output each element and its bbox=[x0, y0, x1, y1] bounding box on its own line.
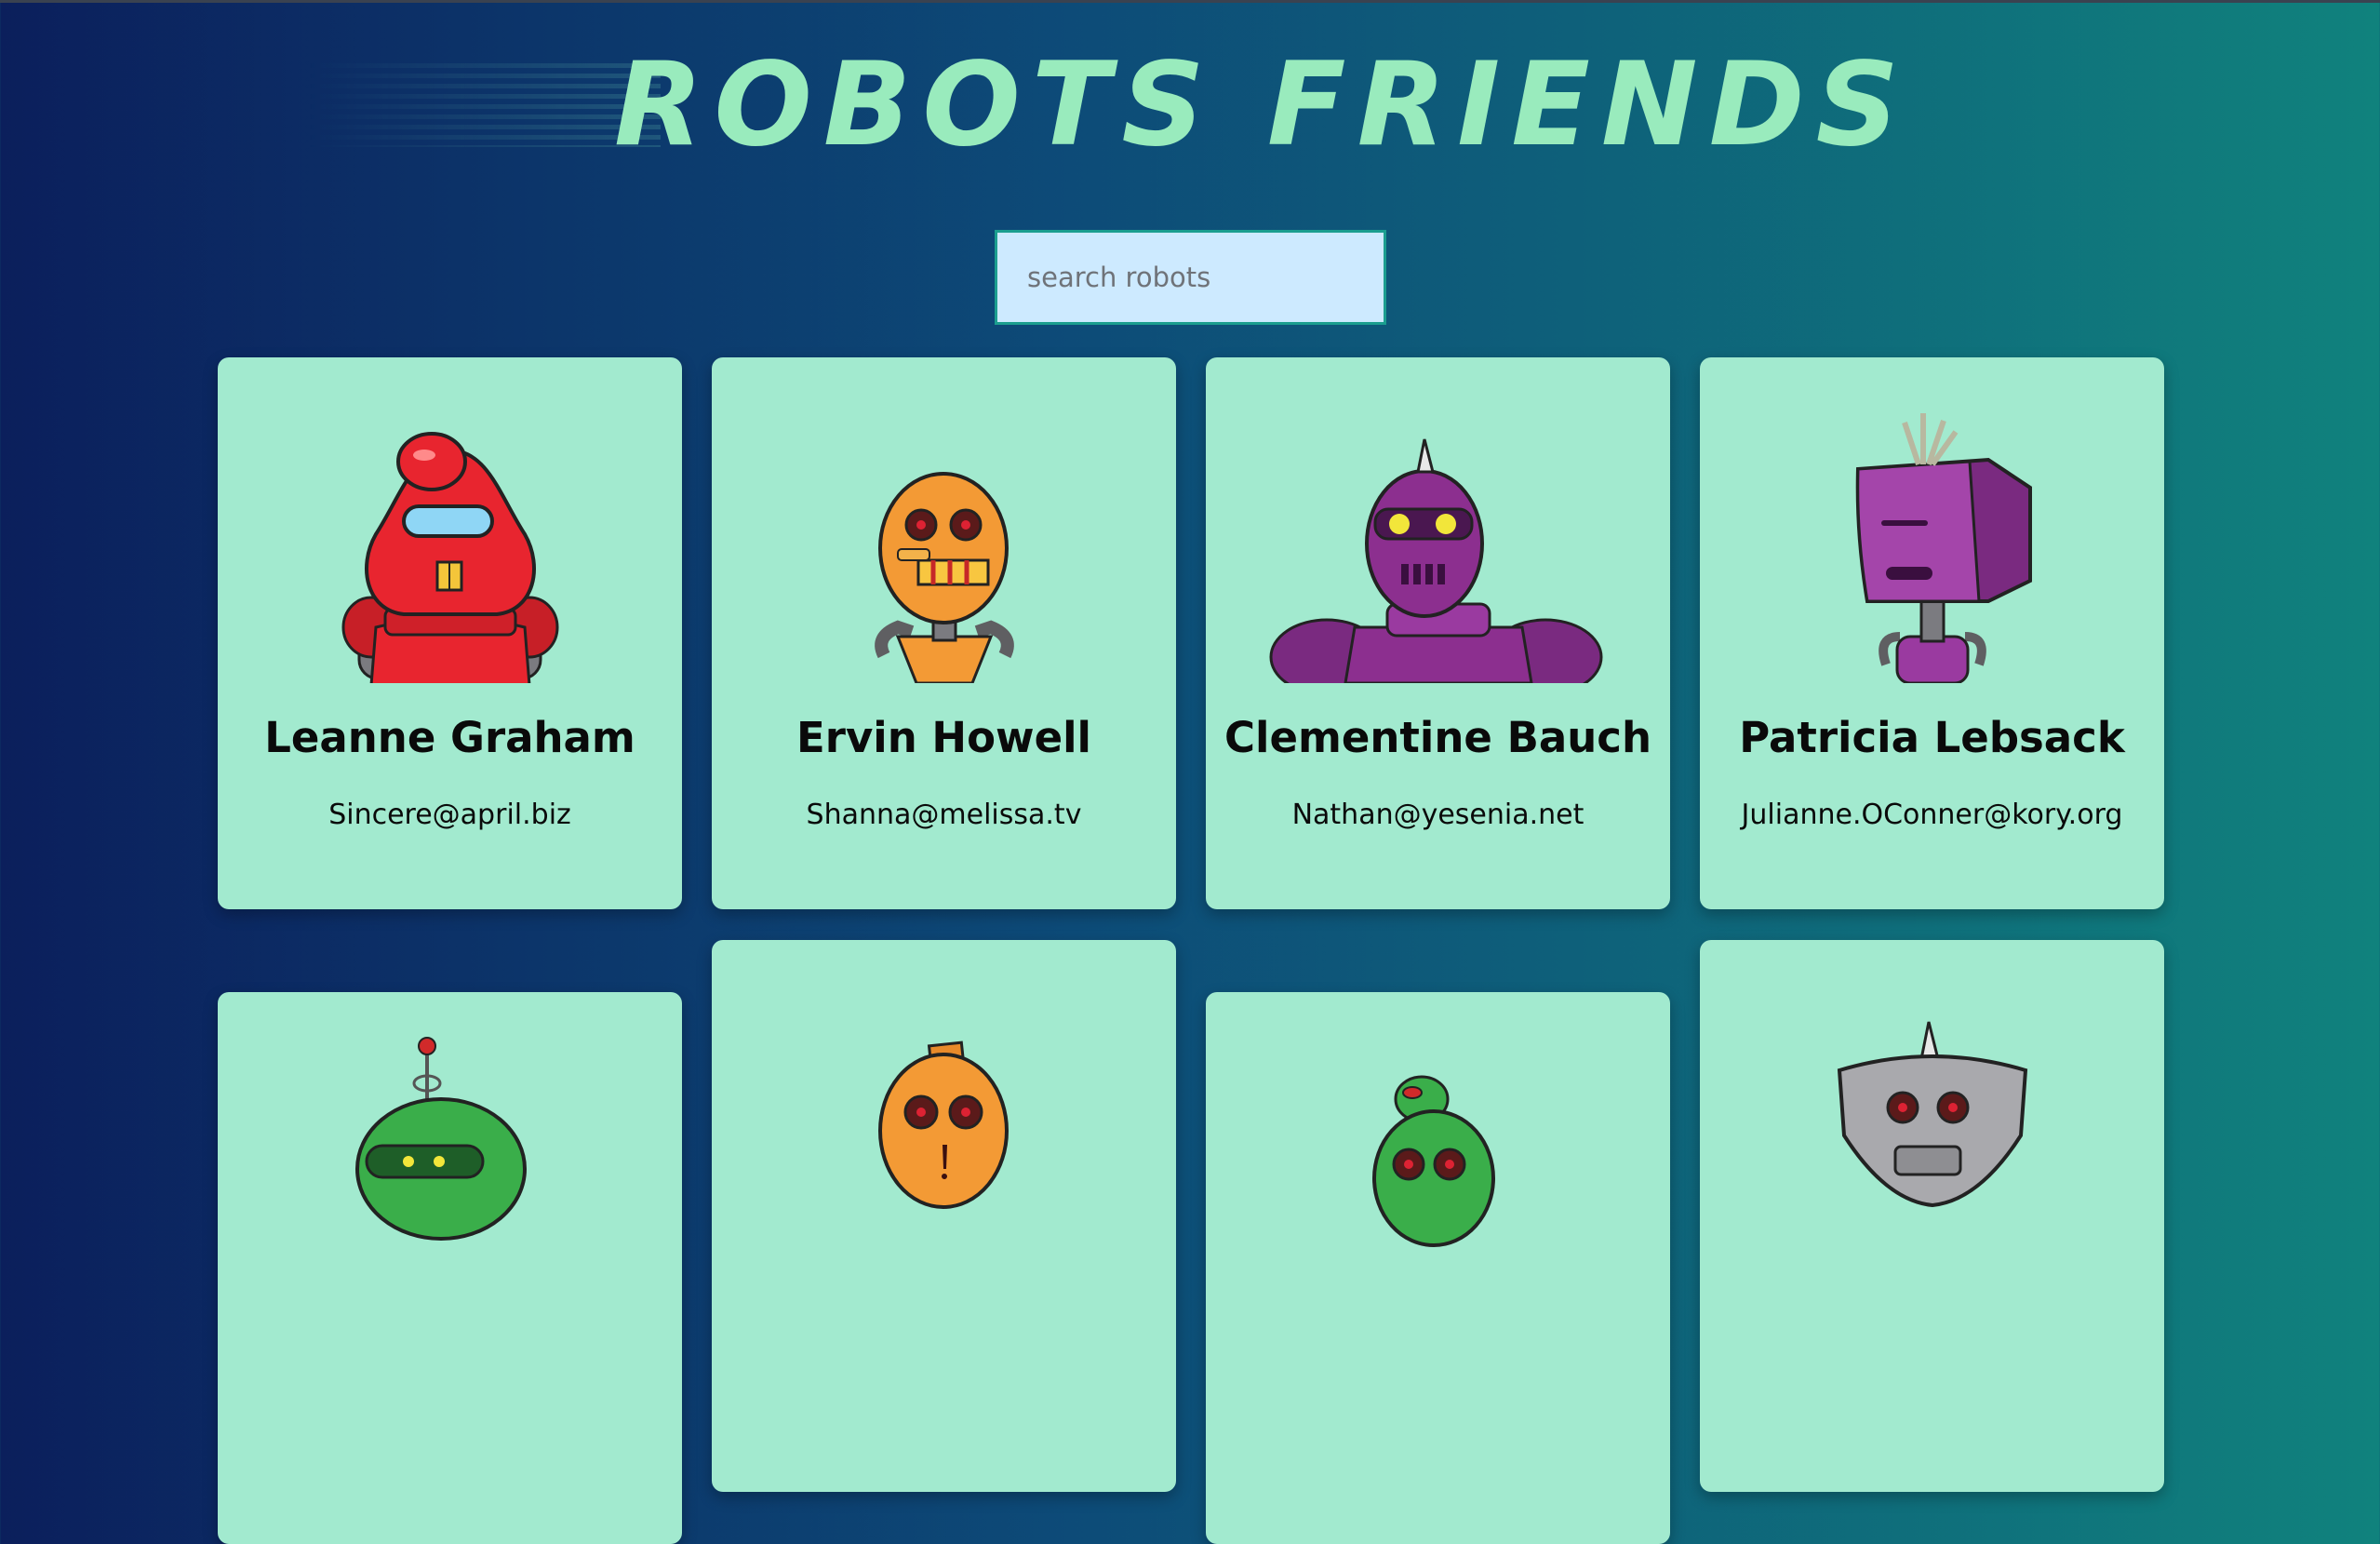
robot-avatar-orange-2 bbox=[878, 1041, 1009, 1209]
robot-card[interactable]: Clementine Bauch Nathan@yesenia.net bbox=[1206, 357, 1670, 909]
robot-avatar-grey bbox=[1837, 1021, 2028, 1208]
robot-name: Patricia Lebsack bbox=[1739, 713, 2125, 762]
robot-email: Shanna@melissa.tv bbox=[806, 799, 1082, 831]
robot-email: Sincere@april.biz bbox=[328, 799, 571, 831]
robot-avatar-green-2 bbox=[1372, 1075, 1495, 1247]
robot-name: Clementine Bauch bbox=[1224, 713, 1651, 762]
header: ROBOTS FRIENDS bbox=[0, 45, 2380, 166]
robot-card[interactable] bbox=[1700, 940, 2164, 1492]
window-top-edge bbox=[0, 0, 2380, 3]
robot-card[interactable]: Ervin Howell Shanna@melissa.tv bbox=[712, 357, 1176, 909]
robot-card[interactable] bbox=[218, 992, 682, 1544]
robot-avatar-orange bbox=[875, 472, 1014, 683]
robot-avatar-green bbox=[355, 1037, 527, 1241]
robot-name: Ervin Howell bbox=[796, 713, 1091, 762]
robot-card[interactable] bbox=[712, 940, 1176, 1492]
robot-card[interactable]: Patricia Lebsack Julianne.OConner@kory.o… bbox=[1700, 357, 2164, 909]
search-input[interactable] bbox=[995, 230, 1386, 325]
robot-avatar-violet bbox=[1855, 413, 2032, 683]
title-speed-lines bbox=[307, 63, 661, 147]
robot-avatar-red bbox=[341, 432, 559, 683]
page-title: ROBOTS FRIENDS bbox=[614, 38, 1910, 172]
robot-email: Julianne.OConner@kory.org bbox=[1741, 799, 2123, 831]
robot-avatar-purple bbox=[1269, 438, 1603, 683]
robot-card[interactable]: Leanne Graham Sincere@april.biz bbox=[218, 357, 682, 909]
robot-name: Leanne Graham bbox=[264, 713, 635, 762]
robot-email: Nathan@yesenia.net bbox=[1291, 799, 1584, 831]
robot-card[interactable] bbox=[1206, 992, 1670, 1544]
